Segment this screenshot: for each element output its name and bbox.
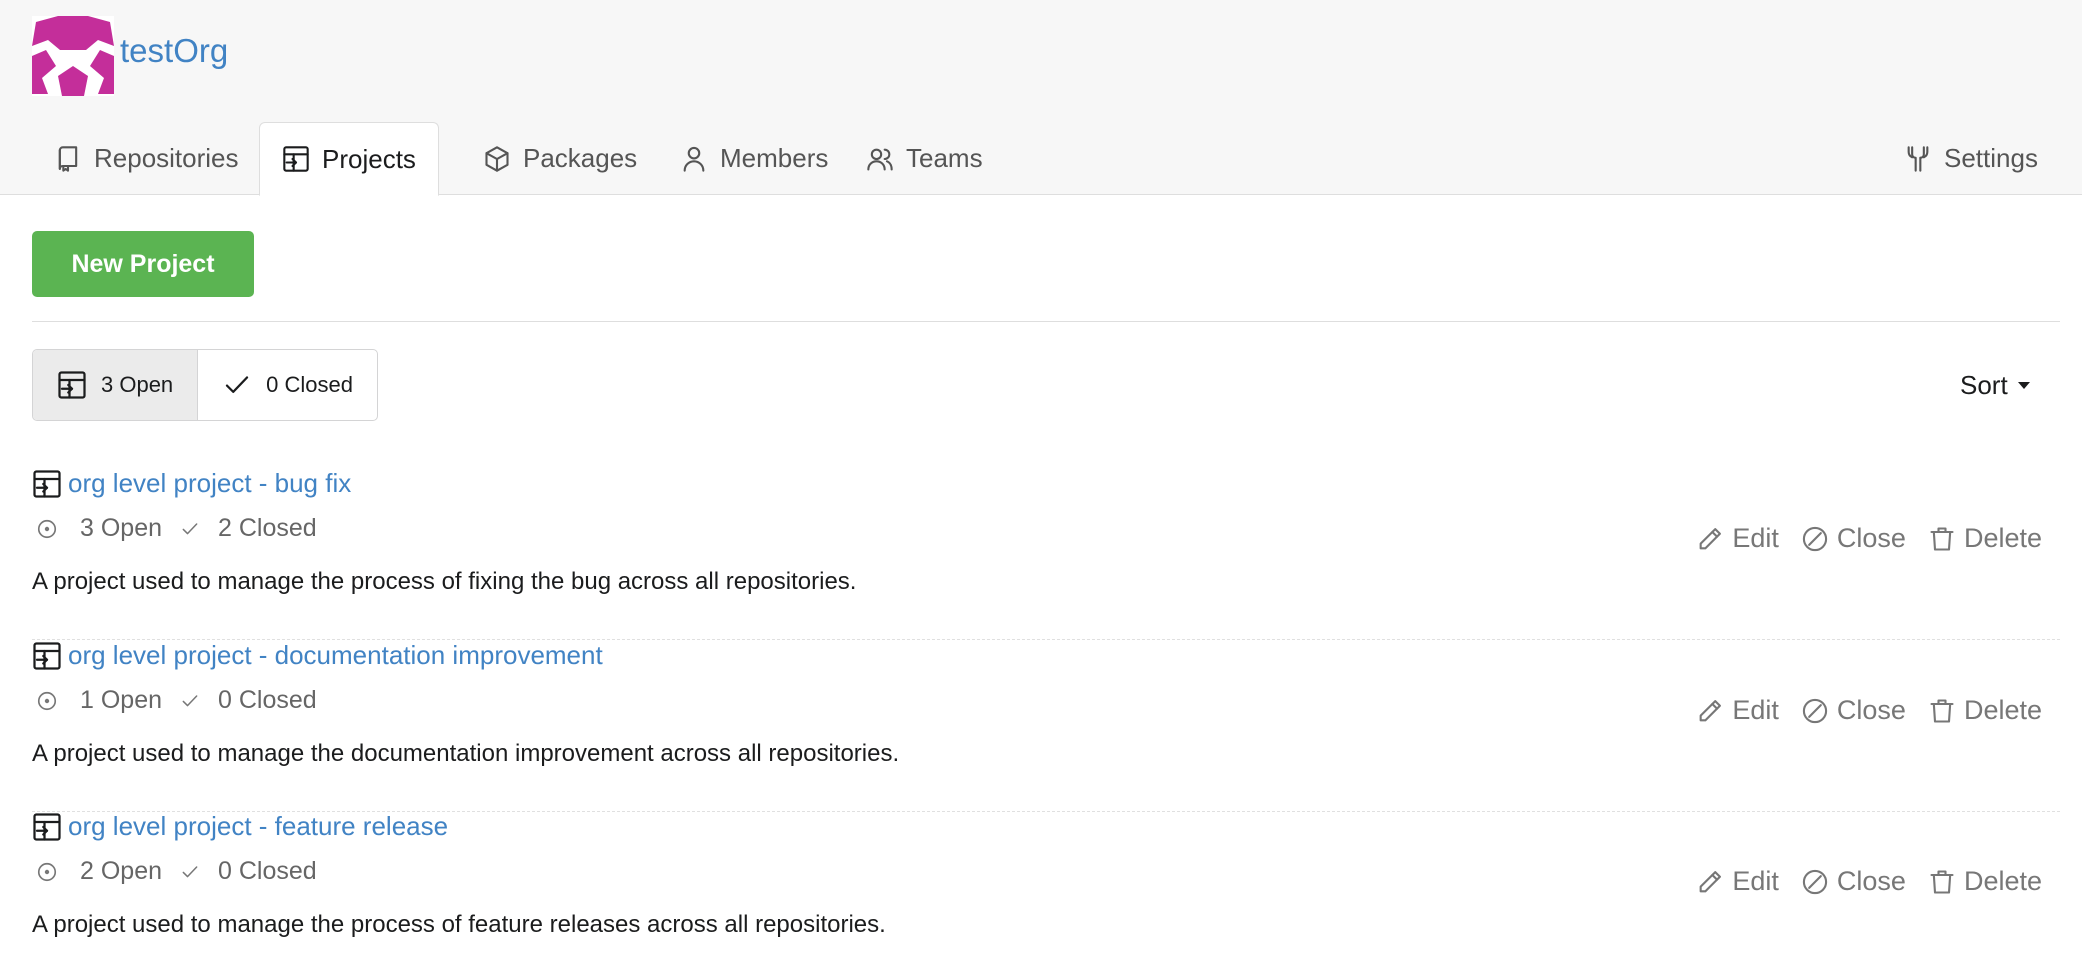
edit-project-button[interactable]: Edit [1696, 695, 1779, 726]
project-item: org level project - feature release 2 Op… [32, 811, 2060, 970]
project-description: A project used to manage the documentati… [32, 740, 900, 767]
delete-project-button[interactable]: Delete [1928, 523, 2042, 554]
project-stats: 3 Open 2 Closed [36, 514, 317, 543]
tab-label: Packages [523, 143, 638, 173]
close-project-button[interactable]: Close [1801, 523, 1906, 554]
project-title-link[interactable]: org level project - bug fix [68, 468, 351, 499]
caret-down-icon [2017, 382, 2030, 389]
tab-teams[interactable]: Teams [844, 122, 1005, 195]
tools-icon [1907, 145, 1929, 172]
skip-icon [1802, 526, 1828, 551]
closed-issues-count: 0 Closed [218, 857, 317, 885]
delete-project-button[interactable]: Delete [1928, 695, 2042, 726]
tab-label: Teams [906, 143, 983, 173]
open-issues-count: 3 Open [80, 514, 163, 542]
repo-icon [58, 145, 78, 172]
org-header: testOrg Repositories Projects Packages M… [0, 0, 2082, 196]
delete-label: Delete [1963, 695, 2042, 725]
project-stats: 2 Open 0 Closed [36, 857, 317, 886]
delete-project-button[interactable]: Delete [1928, 866, 2042, 897]
issue-opened-icon [37, 862, 57, 881]
project-item: org level project - bug fix 3 Open 2 Clo… [32, 468, 2060, 640]
open-issues-count: 1 Open [80, 686, 163, 714]
project-description: A project used to manage the process of … [32, 911, 886, 938]
project-actions: Edit Close Delete [1696, 695, 2042, 726]
tab-label: Projects [322, 143, 416, 174]
trash-icon [1930, 698, 1954, 723]
project-stats: 1 Open 0 Closed [36, 686, 317, 715]
project-title: org level project - bug fix [32, 468, 351, 499]
new-project-button[interactable]: New Project [32, 231, 254, 297]
project-description: A project used to manage the process of … [32, 568, 857, 595]
closed-issues-count: 0 Closed [218, 686, 317, 714]
closed-filter-button[interactable]: 0 Closed [198, 350, 377, 420]
skip-icon [1802, 869, 1828, 894]
issue-opened-icon [37, 519, 57, 538]
check-icon [226, 376, 249, 393]
project-item: org level project - documentation improv… [32, 640, 2060, 812]
check-icon [182, 865, 198, 877]
open-count-label: 3 Open [101, 372, 174, 397]
closed-issues-count: 2 Closed [218, 514, 317, 542]
edit-label: Edit [1732, 695, 1779, 725]
open-issues-count: 2 Open [80, 857, 163, 885]
open-filter-button[interactable]: 3 Open [33, 350, 199, 420]
check-icon [182, 694, 198, 706]
project-title: org level project - feature release [32, 811, 448, 842]
delete-label: Delete [1963, 866, 2042, 896]
project-actions: Edit Close Delete [1696, 866, 2042, 897]
state-filter: 3 Open 0 Closed [32, 349, 379, 421]
tab-projects[interactable]: Projects [259, 122, 439, 196]
pencil-icon [1700, 870, 1722, 892]
project-title-link[interactable]: org level project - feature release [68, 811, 448, 842]
project-icon [33, 641, 61, 670]
close-project-button[interactable]: Close [1801, 866, 1906, 897]
project-icon [58, 371, 86, 399]
issue-opened-icon [37, 691, 57, 710]
tab-settings[interactable]: Settings [1882, 122, 2060, 195]
tab-label: Repositories [94, 143, 239, 173]
trash-icon [1930, 526, 1954, 551]
sort-dropdown[interactable]: Sort [1960, 370, 2030, 401]
close-label: Close [1836, 695, 1906, 725]
project-title: org level project - documentation improv… [32, 640, 603, 671]
edit-label: Edit [1732, 523, 1779, 553]
sort-label: Sort [1960, 370, 2008, 400]
project-title-link[interactable]: org level project - documentation improv… [68, 640, 603, 671]
project-icon [283, 146, 309, 172]
tab-label: Members [720, 143, 829, 173]
trash-icon [1930, 869, 1954, 894]
edit-label: Edit [1732, 866, 1779, 896]
org-tabs: Repositories Projects Packages Members T… [32, 122, 2072, 196]
divider [32, 321, 2060, 322]
close-label: Close [1836, 523, 1906, 553]
skip-icon [1802, 698, 1828, 723]
tab-packages[interactable]: Packages [461, 122, 659, 195]
person-icon [683, 146, 705, 172]
tab-repositories[interactable]: Repositories [32, 122, 261, 195]
project-icon [33, 469, 61, 498]
delete-label: Delete [1963, 523, 2042, 553]
project-icon [33, 812, 61, 841]
closed-count-label: 0 Closed [266, 372, 354, 397]
pencil-icon [1700, 527, 1722, 549]
close-label: Close [1836, 866, 1906, 896]
org-avatar[interactable] [32, 16, 114, 96]
edit-project-button[interactable]: Edit [1696, 523, 1779, 554]
edit-project-button[interactable]: Edit [1696, 866, 1779, 897]
people-icon [867, 148, 893, 171]
tab-members[interactable]: Members [658, 122, 850, 195]
pencil-icon [1700, 699, 1722, 721]
package-icon [485, 145, 509, 172]
tab-label: Settings [1944, 143, 2038, 173]
project-actions: Edit Close Delete [1696, 523, 2042, 554]
check-icon [182, 522, 198, 534]
close-project-button[interactable]: Close [1801, 695, 1906, 726]
org-name-link[interactable]: testOrg [120, 32, 228, 70]
